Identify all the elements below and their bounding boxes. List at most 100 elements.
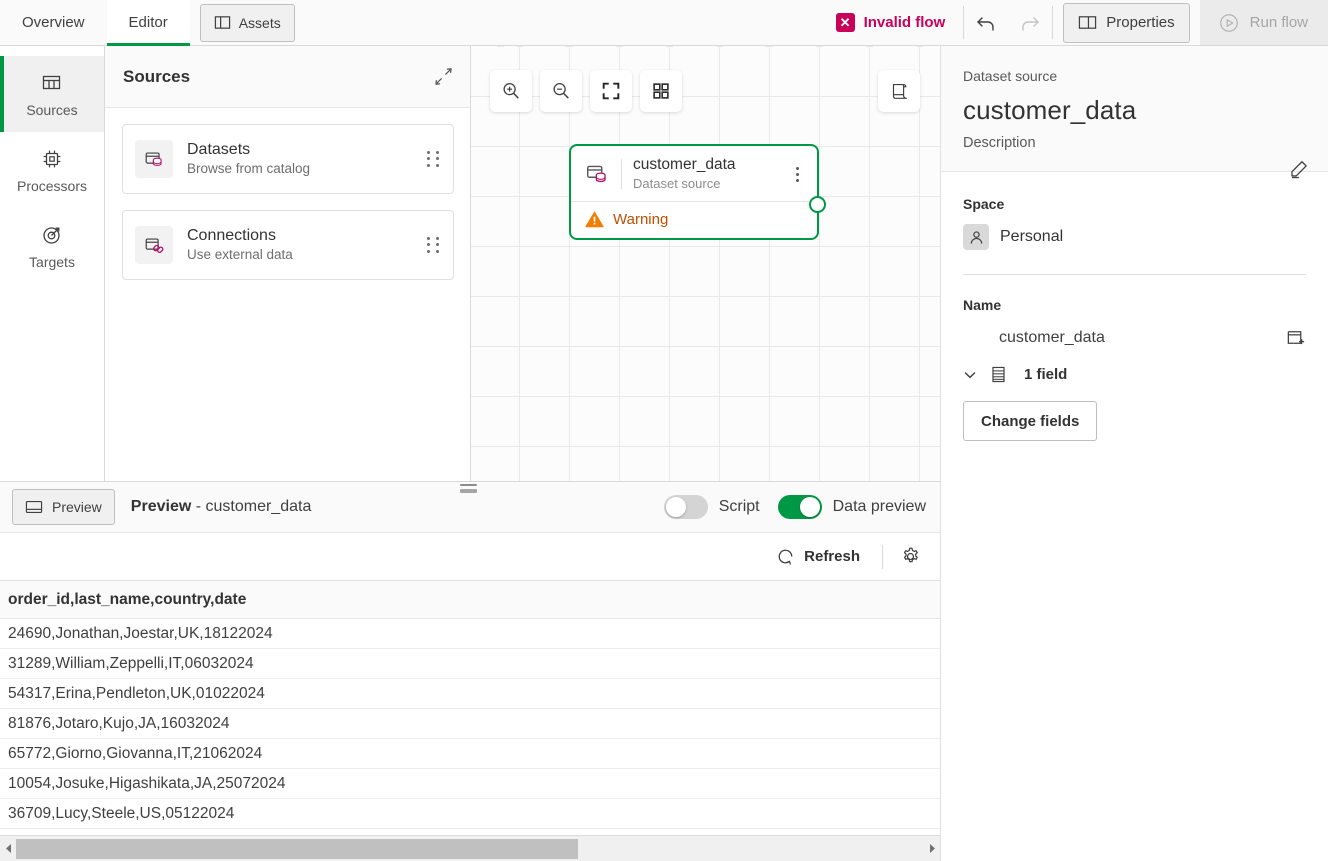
- tab-editor-label: Editor: [128, 14, 168, 31]
- flow-node-subtitle: Dataset source: [633, 175, 721, 191]
- zoom-in-button[interactable]: [490, 70, 532, 112]
- source-card-connections[interactable]: Connections Use external data: [122, 210, 454, 280]
- left-rail: Sources Processors Targets: [0, 46, 105, 481]
- source-card-datasets[interactable]: Datasets Browse from catalog: [122, 124, 454, 194]
- settings-button[interactable]: [899, 545, 922, 568]
- assets-button[interactable]: Assets: [199, 3, 295, 42]
- change-fields-button[interactable]: Change fields: [963, 401, 1098, 441]
- source-card-datasets-text: Datasets Browse from catalog: [187, 140, 427, 178]
- drag-handle-icon[interactable]: [427, 151, 441, 167]
- sources-panel-title: Sources: [123, 66, 191, 86]
- page-title: customer_data: [963, 95, 1137, 125]
- scrollbar-track[interactable]: [16, 836, 924, 861]
- preview-toggle-button[interactable]: Preview: [12, 489, 115, 525]
- scrollbar-thumb[interactable]: [16, 838, 578, 859]
- flow-node-name: customer_data: [633, 156, 736, 173]
- preview-caption: Preview - customer_data: [131, 498, 312, 516]
- refresh-label: Refresh: [804, 548, 860, 565]
- scroll-left-button[interactable]: [0, 843, 16, 854]
- drag-handle-icon[interactable]: [427, 237, 441, 253]
- canvas-toolbar: [490, 70, 682, 112]
- properties-header: Dataset source customer_data Description: [941, 46, 1328, 179]
- properties-divider: [963, 274, 1306, 275]
- flow-node-menu-button[interactable]: [789, 166, 805, 182]
- dataset-icon: [135, 140, 173, 178]
- invalid-flow-label: Invalid flow: [863, 14, 946, 31]
- fit-screen-button[interactable]: [590, 70, 632, 112]
- zoom-in-icon: [503, 83, 519, 99]
- refresh-icon: [776, 547, 795, 566]
- data-preview-toggle-label: Data preview: [832, 498, 926, 515]
- run-flow-label: Run flow: [1249, 14, 1308, 31]
- node-divider: [621, 159, 622, 190]
- script-button[interactable]: [878, 70, 920, 112]
- tab-editor[interactable]: Editor: [106, 0, 190, 46]
- panel-layout-icon: [214, 14, 231, 31]
- collapse-icon[interactable]: [433, 66, 454, 87]
- sources-panel: Sources Datasets Browse from catalog Con…: [105, 46, 471, 481]
- table-row[interactable]: 65772,Giorno,Giovanna,IT,21062024: [0, 739, 940, 769]
- add-table-icon[interactable]: [1285, 327, 1306, 348]
- flow-node-output-port[interactable]: [809, 196, 826, 213]
- sidebar-item-sources[interactable]: Sources: [0, 56, 104, 132]
- properties-kicker: Dataset source: [963, 68, 1058, 84]
- run-flow-button[interactable]: Run flow: [1199, 0, 1328, 45]
- script-toggle[interactable]: [663, 495, 708, 519]
- edit-pencil-icon[interactable]: [1287, 158, 1310, 181]
- table-icon: [40, 71, 64, 95]
- properties-panel: Dataset source customer_data Description…: [940, 46, 1328, 861]
- properties-description: Description: [963, 135, 1036, 151]
- properties-body: Space Personal Name customer_data 1 fiel…: [941, 172, 1328, 441]
- fields-expander[interactable]: 1 field: [963, 365, 1306, 384]
- preview-resize-handle[interactable]: [460, 484, 477, 493]
- space-row: Personal: [963, 224, 1306, 250]
- fields-count-label: 1 field: [1024, 366, 1068, 383]
- space-label: Space: [963, 196, 1005, 212]
- invalid-flow-status: ✕ Invalid flow: [835, 0, 964, 45]
- table-row[interactable]: 54317,Erina,Pendleton,UK,01022024: [0, 679, 940, 709]
- chevron-down-icon: [963, 368, 977, 382]
- toolbar-divider-3: [882, 544, 883, 569]
- gear-icon: [903, 547, 918, 563]
- name-row: customer_data: [963, 327, 1306, 348]
- zoom-out-icon: [553, 83, 569, 99]
- flow-canvas[interactable]: customer_data Dataset source Warning: [471, 46, 940, 481]
- flow-node-text: customer_data Dataset source: [633, 156, 789, 192]
- horizontal-scrollbar[interactable]: [0, 835, 940, 861]
- fit-screen-icon: [602, 82, 620, 100]
- refresh-button[interactable]: Refresh: [762, 547, 874, 566]
- sources-panel-header: Sources: [105, 46, 470, 108]
- tab-overview[interactable]: Overview: [0, 0, 107, 45]
- flow-node-warning[interactable]: Warning: [571, 201, 817, 238]
- data-preview-toggle-group: Data preview: [777, 495, 926, 519]
- flow-editor-app: Overview Editor Assets ✕ Invalid flow Pr…: [0, 0, 1328, 861]
- table-row[interactable]: 31289,William,Zeppelli,IT,06032024: [0, 649, 940, 679]
- flow-node-customer-data[interactable]: customer_data Dataset source Warning: [569, 144, 826, 241]
- table-row[interactable]: 36709,Lucy,Steele,US,05122024: [0, 799, 940, 829]
- overview-grid-button[interactable]: [640, 70, 682, 112]
- table-row[interactable]: 24690,Jonathan,Joestar,UK,18122024: [0, 619, 940, 649]
- scroll-right-button[interactable]: [924, 843, 940, 854]
- error-badge-icon: ✕: [835, 13, 855, 32]
- source-card-datasets-subtitle: Browse from catalog: [187, 160, 311, 176]
- properties-button[interactable]: Properties: [1063, 2, 1190, 43]
- toolbar-divider-2: [1052, 6, 1054, 39]
- fields-list-icon: [989, 365, 1008, 384]
- redo-button[interactable]: [1008, 3, 1052, 43]
- preview-caption-bold: Preview: [130, 498, 192, 515]
- undo-icon: [977, 16, 994, 31]
- sidebar-item-targets-label: Targets: [29, 253, 75, 270]
- zoom-out-button[interactable]: [540, 70, 582, 112]
- target-icon: [40, 223, 64, 247]
- space-value: Personal: [1000, 228, 1064, 245]
- table-row[interactable]: 81876,Jotaro,Kujo,JA,16032024: [0, 709, 940, 739]
- sidebar-item-processors[interactable]: Processors: [0, 132, 104, 208]
- undo-button[interactable]: [964, 3, 1008, 43]
- script-toggle-label: Script: [718, 498, 760, 515]
- properties-button-label: Properties: [1106, 14, 1175, 31]
- data-preview-toggle[interactable]: [777, 495, 822, 519]
- table-row[interactable]: 10054,Josuke,Higashikata,JA,25072024: [0, 769, 940, 799]
- overview-grid-icon: [653, 83, 669, 99]
- sidebar-item-targets[interactable]: Targets: [0, 208, 104, 284]
- top-toolbar: Overview Editor Assets ✕ Invalid flow Pr…: [0, 0, 1328, 46]
